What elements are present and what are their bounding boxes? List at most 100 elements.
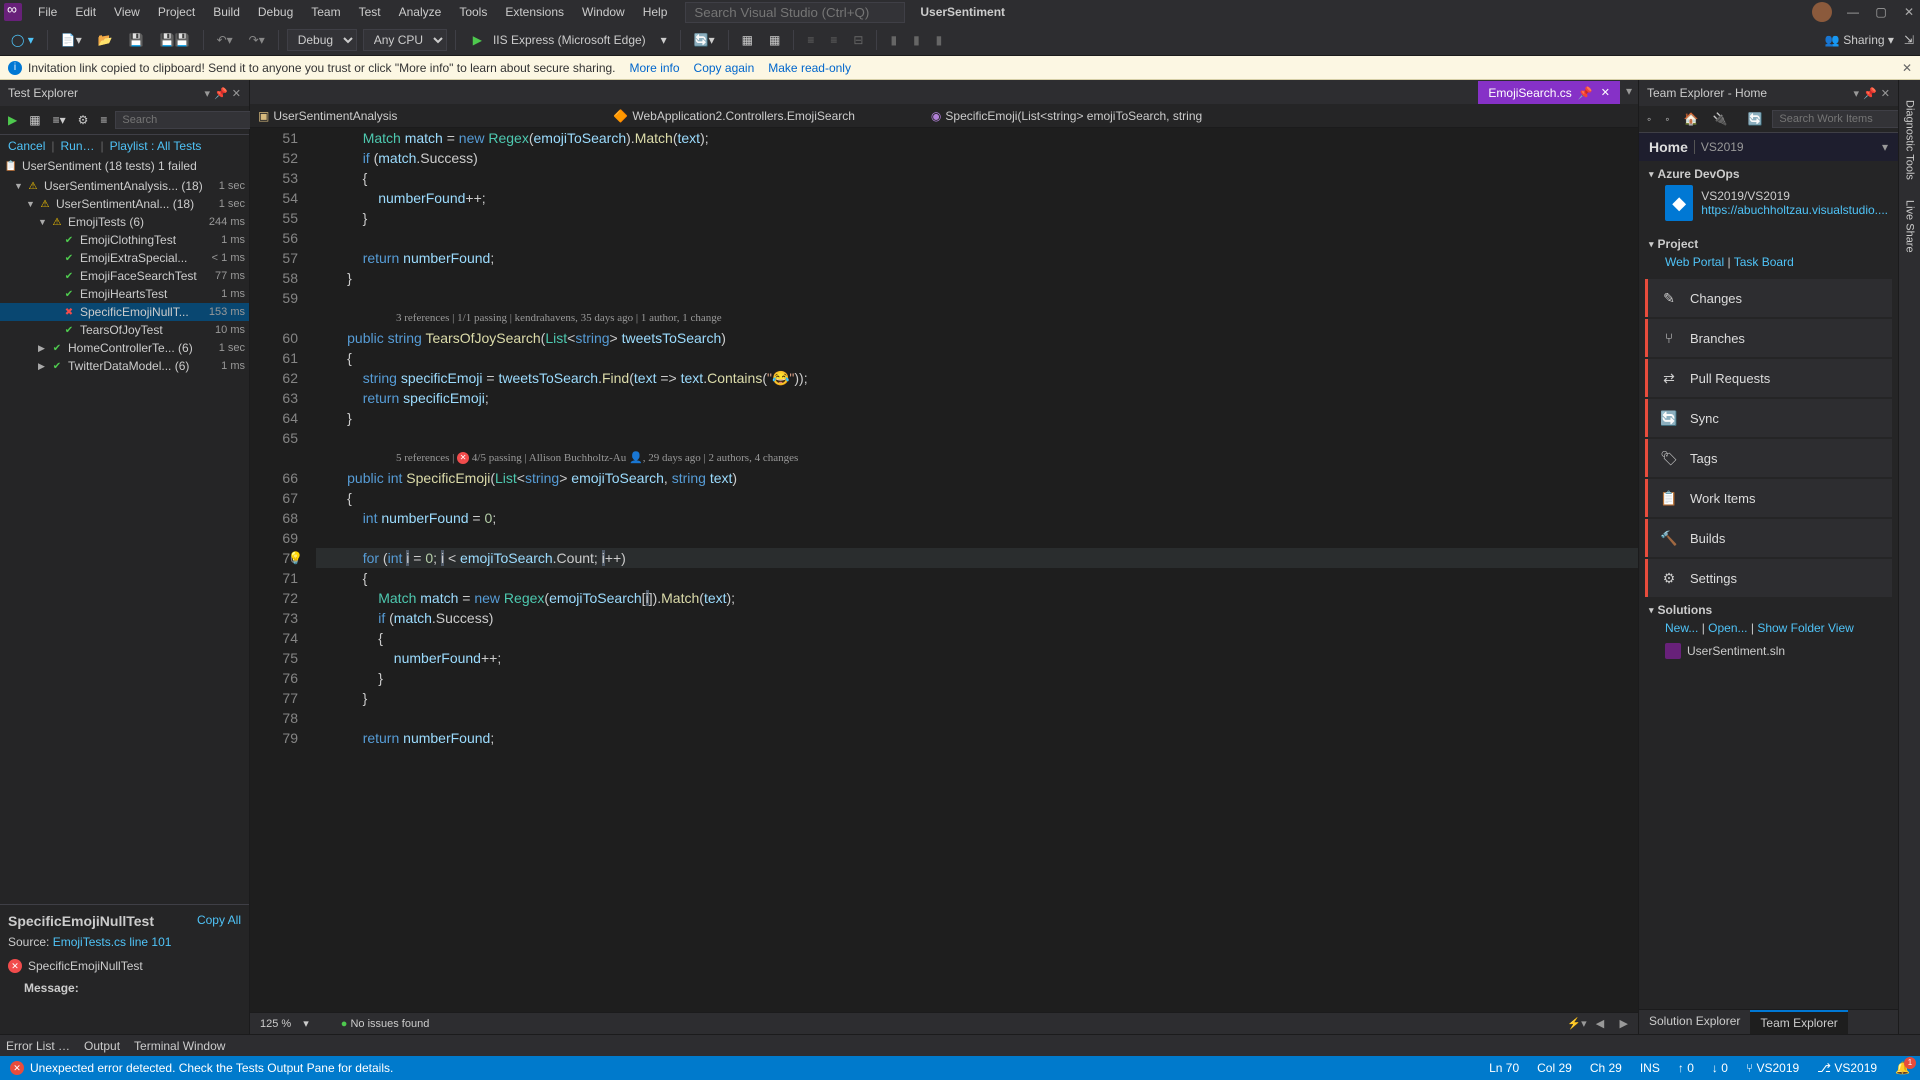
- test-tree-item[interactable]: ✔EmojiHeartsTest1 ms: [0, 285, 249, 303]
- test-tree-item[interactable]: ▼⚠UserSentimentAnalysis... (18)1 sec: [0, 177, 249, 195]
- toolbar-btn-7[interactable]: ▮: [908, 30, 925, 50]
- redo-button[interactable]: ↷▾: [244, 30, 270, 50]
- pin-icon[interactable]: 📌: [1863, 87, 1877, 100]
- user-avatar[interactable]: [1812, 2, 1832, 22]
- solutions-header[interactable]: ▾Solutions: [1649, 603, 1888, 617]
- tile-work-items[interactable]: 📋Work Items: [1645, 479, 1892, 517]
- menu-build[interactable]: Build: [205, 1, 248, 23]
- sharing-button[interactable]: 👥 Sharing ▾: [1825, 33, 1894, 47]
- tile-sync[interactable]: 🔄Sync: [1645, 399, 1892, 437]
- menu-edit[interactable]: Edit: [67, 1, 104, 23]
- test-tree-item[interactable]: ▼⚠EmojiTests (6)244 ms: [0, 213, 249, 231]
- home-header[interactable]: Home VS2019 ▾: [1639, 133, 1898, 161]
- codelens[interactable]: 3 references | 1/1 passing | kendrahaven…: [316, 308, 1638, 328]
- run-link[interactable]: Run…: [60, 139, 94, 153]
- notifications-button[interactable]: 🔔1: [1895, 1061, 1910, 1075]
- test-tree-item[interactable]: ▶✔HomeControllerTe... (6)1 sec: [0, 339, 249, 357]
- quick-launch-input[interactable]: [685, 2, 905, 23]
- configuration-select[interactable]: Debug: [287, 29, 357, 51]
- home-dropdown-icon[interactable]: ▾: [1882, 140, 1888, 154]
- run-target-dropdown[interactable]: ▾: [656, 30, 672, 50]
- codelens[interactable]: 5 references | ✕ 4/5 passing | Allison B…: [316, 448, 1638, 468]
- settings-button[interactable]: ≡: [96, 110, 111, 130]
- forward-button[interactable]: ◦: [1661, 110, 1673, 128]
- menu-project[interactable]: Project: [150, 1, 203, 23]
- open-solution-link[interactable]: Open...: [1708, 621, 1747, 635]
- toolbar-btn-2[interactable]: ▦: [764, 30, 785, 50]
- list-button[interactable]: ≡▾: [49, 110, 70, 130]
- test-tree-item[interactable]: ▼⚠UserSentimentAnal... (18)1 sec: [0, 195, 249, 213]
- code-area[interactable]: 5152535455565758596061626364656667686970…: [250, 128, 1638, 1012]
- new-solution-link[interactable]: New...: [1665, 621, 1698, 635]
- editor-status-icons[interactable]: ⚡▾ ◀ ▶: [1567, 1017, 1628, 1030]
- panel-close-icon[interactable]: ✕: [1881, 87, 1890, 100]
- menu-extensions[interactable]: Extensions: [497, 1, 572, 23]
- status-repo[interactable]: ⑂ VS2019: [1746, 1061, 1799, 1075]
- toolbar-btn-3[interactable]: ≡: [802, 30, 819, 50]
- zoom-dropdown-icon[interactable]: ▾: [303, 1017, 309, 1030]
- open-button[interactable]: 📂: [93, 30, 118, 50]
- solution-item[interactable]: UserSentiment.sln: [1649, 639, 1888, 663]
- connect-button[interactable]: 🔌: [1708, 110, 1731, 128]
- status-ch[interactable]: Ch 29: [1590, 1061, 1622, 1075]
- home-button[interactable]: 🏠: [1680, 110, 1703, 128]
- toolbar-btn-4[interactable]: ≡: [825, 30, 842, 50]
- close-button[interactable]: ✕: [1902, 5, 1916, 19]
- run-target-label[interactable]: IIS Express (Microsoft Edge): [493, 33, 646, 47]
- menu-team[interactable]: Team: [303, 1, 348, 23]
- web-portal-link[interactable]: Web Portal: [1665, 255, 1724, 269]
- cancel-link[interactable]: Cancel: [8, 139, 45, 153]
- filter-button[interactable]: ⚙: [74, 110, 93, 130]
- tab-overflow-icon[interactable]: ▾: [1620, 80, 1638, 104]
- tab-solution-explorer[interactable]: Solution Explorer: [1639, 1010, 1750, 1034]
- panel-close-icon[interactable]: ✕: [232, 87, 241, 100]
- tab-output[interactable]: Output: [84, 1039, 120, 1053]
- make-readonly-link[interactable]: Make read-only: [768, 61, 851, 75]
- menu-analyze[interactable]: Analyze: [391, 1, 450, 23]
- test-tree-item[interactable]: ✔EmojiExtraSpecial...< 1 ms: [0, 249, 249, 267]
- copy-all-link[interactable]: Copy All: [197, 913, 241, 927]
- undo-button[interactable]: ↶▾: [212, 30, 238, 50]
- live-share-icon[interactable]: ⇲: [1904, 33, 1914, 47]
- tile-pull-requests[interactable]: ⇄Pull Requests: [1645, 359, 1892, 397]
- browser-link-button[interactable]: 🔄▾: [689, 30, 720, 50]
- panel-dropdown-icon[interactable]: ▾: [1854, 87, 1860, 100]
- tile-settings[interactable]: ⚙Settings: [1645, 559, 1892, 597]
- menu-tools[interactable]: Tools: [451, 1, 495, 23]
- nav-back-button[interactable]: ◯ ▾: [6, 30, 39, 50]
- save-button[interactable]: 💾: [124, 30, 149, 50]
- zoom-level[interactable]: 125 %: [260, 1018, 291, 1030]
- source-link[interactable]: EmojiTests.cs line 101: [53, 935, 172, 949]
- toolbar-btn-6[interactable]: ▮: [885, 30, 902, 50]
- toolbar-btn-5[interactable]: ⊟: [848, 30, 868, 50]
- refresh-button[interactable]: 🔄: [1743, 110, 1766, 128]
- crumb-method[interactable]: SpecificEmoji(List<string> emojiToSearch…: [945, 109, 1202, 123]
- tile-changes[interactable]: ✎Changes: [1645, 279, 1892, 317]
- tab-emojisearch[interactable]: EmojiSearch.cs 📌 ✕: [1478, 80, 1620, 104]
- test-tree-item[interactable]: ✔EmojiClothingTest1 ms: [0, 231, 249, 249]
- menu-debug[interactable]: Debug: [250, 1, 301, 23]
- panel-dropdown-icon[interactable]: ▾: [205, 87, 211, 100]
- copy-again-link[interactable]: Copy again: [694, 61, 755, 75]
- run-all-button[interactable]: ▶: [4, 110, 21, 130]
- task-board-link[interactable]: Task Board: [1734, 255, 1794, 269]
- azure-url-link[interactable]: https://abuchholtzau.visualstudio....: [1701, 203, 1888, 217]
- menu-window[interactable]: Window: [574, 1, 633, 23]
- maximize-button[interactable]: ▢: [1874, 5, 1888, 19]
- minimize-button[interactable]: —: [1846, 5, 1860, 19]
- test-tree-item[interactable]: ✖SpecificEmojiNullT...153 ms: [0, 303, 249, 321]
- crumb-class[interactable]: WebApplication2.Controllers.EmojiSearch: [632, 109, 855, 123]
- menu-help[interactable]: Help: [635, 1, 676, 23]
- azure-devops-header[interactable]: ▾Azure DevOps: [1649, 167, 1888, 181]
- status-push[interactable]: ↑ 0: [1678, 1061, 1694, 1075]
- status-ins[interactable]: INS: [1640, 1061, 1660, 1075]
- test-root[interactable]: 📋 UserSentiment (18 tests) 1 failed: [0, 157, 249, 175]
- tab-pin-icon[interactable]: 📌: [1578, 86, 1593, 100]
- new-project-button[interactable]: 📄▾: [56, 30, 87, 50]
- status-branch[interactable]: ⎇ VS2019: [1817, 1061, 1877, 1075]
- platform-select[interactable]: Any CPU: [363, 29, 447, 51]
- tab-error-list[interactable]: Error List …: [6, 1039, 70, 1053]
- test-tree-item[interactable]: ▶✔TwitterDataModel... (6)1 ms: [0, 357, 249, 375]
- save-all-button[interactable]: 💾💾: [155, 30, 195, 50]
- toolbar-btn-8[interactable]: ▮: [931, 30, 948, 50]
